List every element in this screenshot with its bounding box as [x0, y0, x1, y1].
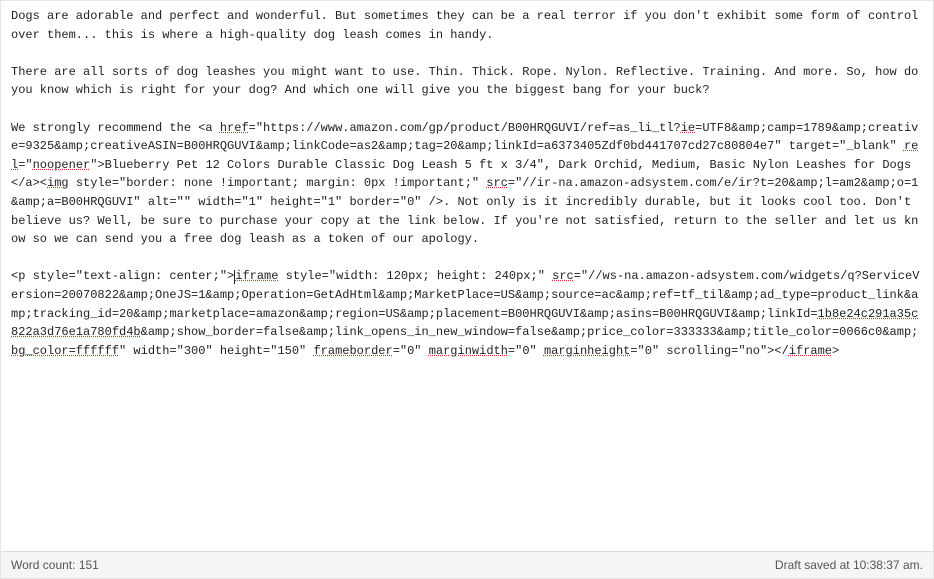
paragraph-2: There are all sorts of dog leashes you m… — [11, 65, 926, 98]
paragraph-1: Dogs are adorable and perfect and wonder… — [11, 9, 926, 42]
paragraph-3: We strongly recommend the <a href="https… — [11, 121, 918, 247]
status-bar: Word count: 151 Draft saved at 10:38:37 … — [1, 551, 933, 578]
code-editor-window: Dogs are adorable and perfect and wonder… — [0, 0, 934, 579]
html-source-editor[interactable]: Dogs are adorable and perfect and wonder… — [1, 1, 933, 551]
text-cursor — [234, 270, 235, 284]
paragraph-4: <p style="text-align: center;">iframe st… — [11, 269, 919, 357]
word-count: Word count: 151 — [11, 558, 99, 572]
draft-saved-status: Draft saved at 10:38:37 am. — [775, 558, 923, 572]
